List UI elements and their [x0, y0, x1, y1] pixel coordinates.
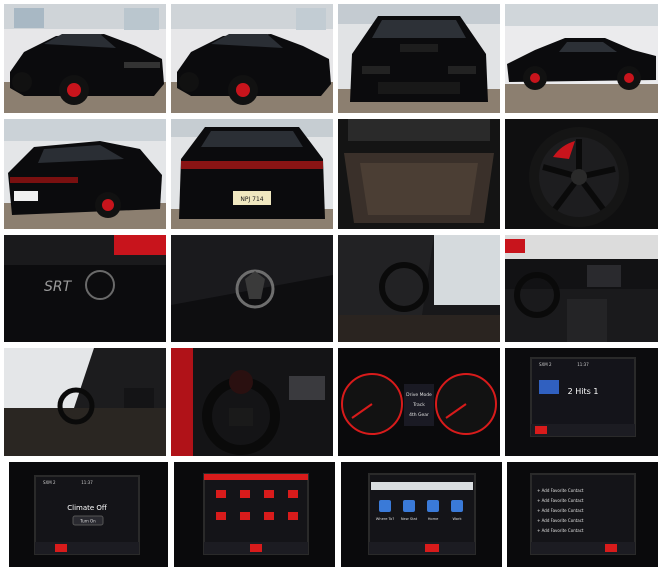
photo-thumbnail-7[interactable] — [338, 119, 500, 229]
photo-thumbnail-2[interactable] — [171, 4, 333, 113]
photo-thumbnail-16[interactable]: SXM 2 11:37 2 Hits 1 — [505, 348, 658, 456]
photo-thumbnail-4[interactable] — [505, 4, 658, 113]
favorite-contact-2: + Add Favorite Contact — [537, 498, 584, 503]
interior-driver-door-photo — [338, 235, 500, 342]
app-label-4: Work — [452, 517, 462, 521]
car-front-photo — [338, 4, 500, 113]
photo-thumbnail-9[interactable]: SRT — [4, 235, 166, 342]
car-front-three-quarter-photo — [4, 4, 166, 113]
phone-favorites-screen-photo: + Add Favorite Contact + Add Favorite Co… — [507, 462, 658, 567]
steering-wheel-photo — [171, 348, 333, 456]
wheel-closeup-photo — [505, 119, 658, 229]
photo-thumbnail-19[interactable]: Where To? New Stat Home Work — [341, 462, 502, 567]
instrument-cluster-photo: Drive Mode Track 4th Gear — [338, 348, 500, 456]
climate-status-text: Climate Off — [67, 504, 107, 512]
trunk-photo — [338, 119, 500, 229]
cluster-line-1: Drive Mode — [406, 392, 432, 398]
srt-badge-text: SRT — [44, 279, 73, 295]
photo-thumbnail-3[interactable] — [338, 4, 500, 113]
clock-text: 11:37 — [81, 480, 93, 485]
photo-thumbnail-14[interactable] — [171, 348, 333, 456]
cluster-line-2: Track — [412, 402, 425, 408]
infotainment-radio-photo: SXM 2 11:37 2 Hits 1 — [505, 348, 658, 456]
interior-dashboard-photo — [505, 235, 658, 342]
climate-on-button-label: Turn On — [79, 519, 96, 524]
app-label-1: Where To? — [376, 517, 395, 521]
radio-status-text: SXM 2 — [43, 480, 56, 485]
car-rear-photo: NPJ 714 — [171, 119, 333, 229]
car-side-photo — [505, 4, 658, 113]
climate-screen-photo: SXM 2 11:37 Climate Off Turn On — [9, 462, 168, 567]
favorite-contact-5: + Add Favorite Contact — [537, 528, 584, 533]
favorite-contact-3: + Add Favorite Contact — [537, 508, 584, 513]
app-label-2: New Stat — [401, 517, 418, 521]
favorite-contact-1: + Add Favorite Contact — [537, 488, 584, 493]
car-rear-three-quarter-photo — [4, 119, 166, 229]
interior-open-door-photo — [4, 348, 166, 456]
cluster-line-3: 4th Gear — [409, 412, 429, 418]
photo-thumbnail-18[interactable] — [174, 462, 335, 567]
photo-thumbnail-5[interactable] — [4, 119, 166, 229]
controls-screen-photo — [174, 462, 335, 567]
hellcat-emblem-photo — [171, 235, 333, 342]
radio-status-text: SXM 2 — [539, 362, 552, 367]
photo-thumbnail-6[interactable]: NPJ 714 — [171, 119, 333, 229]
photo-thumbnail-17[interactable]: SXM 2 11:37 Climate Off Turn On — [9, 462, 168, 567]
photo-thumbnail-1[interactable] — [4, 4, 166, 113]
app-label-3: Home — [428, 517, 439, 521]
photo-gallery-grid: NPJ 714 SRT Drive Mode Track 4th Gear SX… — [0, 0, 660, 569]
photo-thumbnail-20[interactable]: + Add Favorite Contact + Add Favorite Co… — [507, 462, 658, 567]
srt-badge-photo: SRT — [4, 235, 166, 342]
photo-thumbnail-13[interactable] — [4, 348, 166, 456]
photo-thumbnail-11[interactable] — [338, 235, 500, 342]
favorite-contact-4: + Add Favorite Contact — [537, 518, 584, 523]
photo-thumbnail-12[interactable] — [505, 235, 658, 342]
photo-thumbnail-10[interactable] — [171, 235, 333, 342]
photo-thumbnail-15[interactable]: Drive Mode Track 4th Gear — [338, 348, 500, 456]
license-plate-text: NPJ 714 — [240, 196, 263, 203]
car-front-three-quarter-photo — [171, 4, 333, 113]
now-playing-text: 2 Hits 1 — [568, 387, 599, 396]
clock-text: 11:37 — [577, 362, 589, 367]
photo-thumbnail-8[interactable] — [505, 119, 658, 229]
apps-screen-photo: Where To? New Stat Home Work — [341, 462, 502, 567]
